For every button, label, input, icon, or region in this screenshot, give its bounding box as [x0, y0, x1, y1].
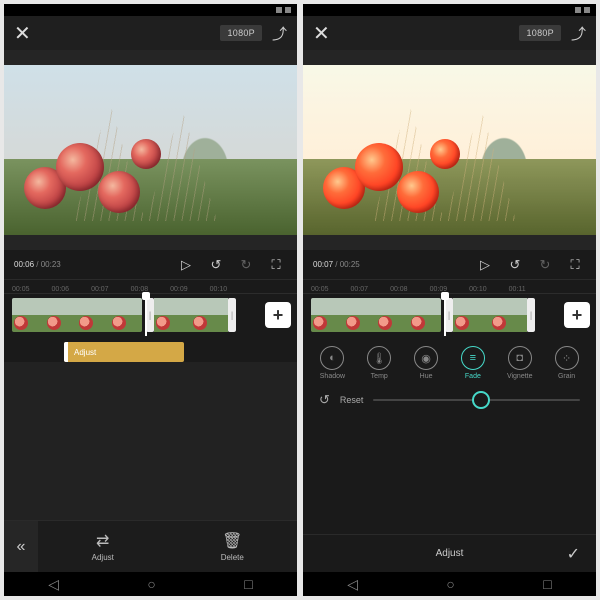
timeline[interactable]: | | + — [4, 294, 297, 336]
close-icon[interactable]: ✕ — [14, 21, 31, 46]
effect-tag-adjust[interactable]: Adjust — [64, 342, 184, 362]
clip-handle-left[interactable]: | — [146, 298, 154, 332]
export-icon[interactable]: ⤴ — [272, 23, 287, 44]
playbar: 00:06 / 00:23 ▷ ↺ ↻ ⛶ — [4, 250, 297, 280]
add-clip-button[interactable]: + — [265, 302, 291, 328]
value-slider[interactable] — [373, 399, 580, 401]
reset-icon[interactable]: ↺ — [319, 392, 330, 408]
clip-2[interactable]: | | — [445, 298, 535, 332]
confirm-label: Adjust — [436, 548, 464, 559]
playhead[interactable] — [444, 294, 446, 336]
time-ruler: 00:0500:0600:0700:0800:0900:10 — [4, 280, 297, 294]
timeline[interactable]: | | + — [303, 294, 596, 336]
resolution-button[interactable]: 1080P — [220, 25, 262, 41]
resolution-button[interactable]: 1080P — [519, 25, 561, 41]
fade-icon: ≡ — [461, 346, 485, 370]
video-preview[interactable] — [4, 50, 297, 250]
reset-label[interactable]: Reset — [340, 395, 364, 405]
playhead[interactable] — [145, 294, 147, 336]
clip-handle-left[interactable]: | — [445, 298, 453, 332]
adjust-vignette[interactable]: ◘ Vignette — [496, 346, 543, 380]
timecode: 00:07 / 00:25 — [313, 260, 360, 269]
clip-2[interactable]: | | — [146, 298, 236, 332]
hue-icon: ◉ — [414, 346, 438, 370]
statusbar — [4, 4, 297, 16]
topbar: ✕ 1080P ⤴ — [4, 16, 297, 50]
adjust-button[interactable]: ⇄ Adjust — [38, 521, 168, 572]
undo-icon[interactable]: ↺ — [504, 257, 526, 273]
play-icon[interactable]: ▷ — [474, 257, 496, 273]
fullscreen-icon[interactable]: ⛶ — [564, 257, 586, 273]
nav-home-icon[interactable]: ○ — [147, 576, 155, 592]
check-icon[interactable]: ✓ — [567, 544, 580, 564]
bottombar: « ⇄ Adjust 🗑 Delete — [4, 520, 297, 572]
adjust-fade[interactable]: ≡ Fade — [449, 346, 496, 380]
editor-right: ✕ 1080P ⤴ 00:07 / 00:25 ▷ ↺ ↻ ⛶ 00:0500:… — [303, 4, 596, 596]
nav-recent-icon[interactable]: □ — [244, 576, 252, 592]
android-navbar: ◁ ○ □ — [303, 572, 596, 596]
topbar: ✕ 1080P ⤴ — [303, 16, 596, 50]
undo-icon[interactable]: ↺ — [205, 257, 227, 273]
thermometer-icon: 🌡 — [367, 346, 391, 370]
timecode: 00:06 / 00:23 — [14, 260, 61, 269]
statusbar — [303, 4, 596, 16]
android-navbar: ◁ ○ □ — [4, 572, 297, 596]
nav-back-icon[interactable]: ◁ — [347, 576, 358, 593]
redo-icon[interactable]: ↻ — [534, 257, 556, 273]
confirm-bar: Adjust ✓ — [303, 534, 596, 572]
back-button[interactable]: « — [4, 521, 38, 572]
adjust-temp[interactable]: 🌡 Temp — [356, 346, 403, 380]
export-icon[interactable]: ⤴ — [571, 23, 586, 44]
redo-icon[interactable]: ↻ — [235, 257, 257, 273]
nav-back-icon[interactable]: ◁ — [48, 576, 59, 593]
adjust-shadow[interactable]: ◐ Shadow — [309, 346, 356, 380]
adjust-grain[interactable]: ⁘ Grain — [543, 346, 590, 380]
playbar: 00:07 / 00:25 ▷ ↺ ↻ ⛶ — [303, 250, 596, 280]
add-clip-button[interactable]: + — [564, 302, 590, 328]
video-preview[interactable] — [303, 50, 596, 250]
nav-recent-icon[interactable]: □ — [543, 576, 551, 592]
nav-home-icon[interactable]: ○ — [446, 576, 454, 592]
play-icon[interactable]: ▷ — [175, 257, 197, 273]
fullscreen-icon[interactable]: ⛶ — [265, 257, 287, 273]
vignette-icon: ◘ — [508, 346, 532, 370]
clip-handle-right[interactable]: | — [228, 298, 236, 332]
time-ruler: 00:0500:0700:0800:0900:1000:11 — [303, 280, 596, 294]
clip-handle-right[interactable]: | — [527, 298, 535, 332]
grain-icon: ⁘ — [555, 346, 579, 370]
delete-button[interactable]: 🗑 Delete — [168, 521, 298, 572]
sliders-icon: ⇄ — [96, 531, 109, 551]
clip-1[interactable] — [311, 298, 441, 332]
adjust-hue[interactable]: ◉ Hue — [403, 346, 450, 380]
close-icon[interactable]: ✕ — [313, 21, 330, 46]
clip-1[interactable] — [12, 298, 142, 332]
adjust-options: ◐ Shadow 🌡 Temp ◉ Hue ≡ Fade ◘ Vignette … — [303, 336, 596, 384]
slider-row: ↺ Reset — [303, 384, 596, 416]
editor-left: ✕ 1080P ⤴ 00:06 / 00:23 ▷ ↺ ↻ ⛶ 00:0500:… — [4, 4, 297, 596]
trash-icon: 🗑 — [222, 531, 242, 551]
shadow-icon: ◐ — [320, 346, 344, 370]
